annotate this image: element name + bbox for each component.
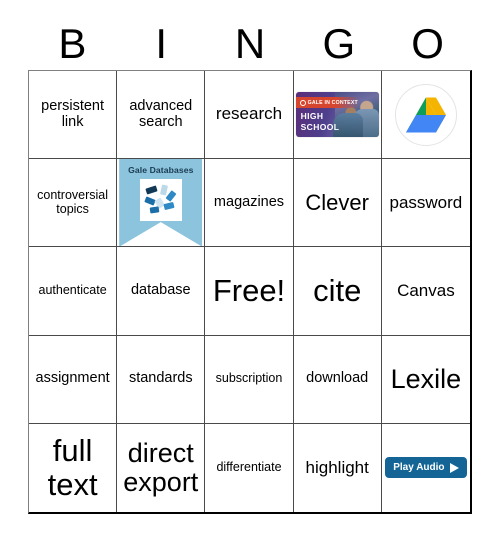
bingo-cell-label: subscription (215, 371, 283, 386)
gale-databases-banner-image: Gale Databases (119, 159, 203, 247)
bingo-header-letter-o: O (411, 20, 444, 67)
bingo-grid: persistent link advanced search research… (28, 70, 472, 514)
bingo-cell[interactable]: standards (117, 335, 206, 424)
bingo-header-letter-b: B (58, 20, 87, 67)
bingo-cell-label: advanced search (129, 97, 193, 130)
bingo-cell-label: differentiate (216, 460, 282, 475)
bingo-cell[interactable]: Play Audio (382, 424, 470, 512)
bingo-cell-label: magazines (213, 193, 285, 210)
bingo-cell-label: standards (128, 370, 193, 387)
bingo-cell-label: controversial topics (37, 188, 109, 216)
bingo-cell[interactable]: direct export (117, 423, 206, 512)
bingo-header-letter-n: N (234, 20, 266, 67)
bingo-cell[interactable]: GALE IN CONTEXT HIGH SCHOOL (293, 71, 382, 160)
play-triangle-icon (449, 462, 459, 473)
bingo-cell-label: database (130, 282, 191, 299)
bingo-cell-label: authenticate (38, 283, 107, 298)
gale-databases-logo (139, 178, 182, 221)
bingo-cell[interactable]: Clever (293, 159, 382, 248)
bingo-cell[interactable]: database (117, 247, 206, 336)
bingo-cell[interactable]: cite (293, 247, 382, 336)
google-drive-icon (394, 83, 457, 146)
play-audio-label: Play Audio (393, 462, 445, 474)
bingo-cell[interactable]: Canvas (381, 247, 470, 336)
gale-in-context-banner-image: GALE IN CONTEXT HIGH SCHOOL (295, 92, 379, 138)
bingo-header-letter-g: G (322, 20, 356, 67)
bingo-cell-label: cite (313, 273, 362, 309)
gale-databases-title: Gale Databases (128, 164, 194, 175)
bingo-cell[interactable]: highlight (294, 423, 382, 512)
play-audio-button[interactable]: Play Audio (385, 457, 467, 479)
bingo-cell-label: Lexile (390, 363, 462, 394)
bingo-cell-label: Free! (212, 273, 286, 309)
bingo-cell-label: direct export (123, 437, 199, 497)
bingo-cell[interactable]: assignment (29, 335, 118, 424)
bingo-cell[interactable]: persistent link (29, 71, 118, 160)
gale-in-context-eyebrow-text: GALE IN CONTEXT (307, 99, 358, 106)
gale-in-context-eyebrow-bar: GALE IN CONTEXT (295, 97, 360, 109)
bingo-cell[interactable]: download (293, 335, 382, 424)
bingo-cell-label: Canvas (397, 280, 455, 300)
bingo-header-letter-i: I (155, 20, 168, 67)
bingo-cell[interactable]: magazines (205, 159, 294, 248)
bingo-cell-label: full text (47, 433, 98, 502)
bingo-cell[interactable] (381, 71, 470, 160)
bingo-cell[interactable]: differentiate (205, 423, 294, 512)
bingo-cell[interactable]: controversial topics (29, 159, 118, 248)
bingo-cell[interactable]: password (381, 159, 470, 248)
bingo-cell-label: research (215, 104, 283, 124)
gale-in-context-title-line2: SCHOOL (300, 121, 340, 132)
bingo-card: B I N G O persistent link advanced searc… (0, 0, 500, 544)
bingo-cell-label: Clever (305, 189, 369, 215)
bingo-cell[interactable]: Gale Databases (117, 159, 206, 248)
gale-in-context-title: HIGH SCHOOL (301, 111, 340, 132)
bingo-cell[interactable]: Lexile (381, 336, 470, 424)
bingo-cell[interactable]: full text (29, 423, 118, 512)
bingo-cell-label: highlight (305, 457, 369, 477)
bingo-cell[interactable]: subscription (205, 335, 294, 424)
gale-in-context-title-line1: HIGH (300, 111, 324, 122)
bingo-cell-free[interactable]: Free! (205, 247, 294, 336)
bingo-cell-label: download (306, 370, 369, 387)
bingo-cell-label: persistent link (41, 97, 105, 130)
bingo-cell-label: password (389, 192, 463, 212)
bingo-header-row: B I N G O (28, 18, 472, 70)
bingo-cell[interactable]: research (205, 71, 294, 160)
gale-spark-icon (299, 99, 306, 106)
bingo-cell[interactable]: advanced search (117, 71, 206, 160)
bingo-cell[interactable]: authenticate (29, 247, 118, 336)
bingo-cell-label: assignment (35, 370, 110, 387)
